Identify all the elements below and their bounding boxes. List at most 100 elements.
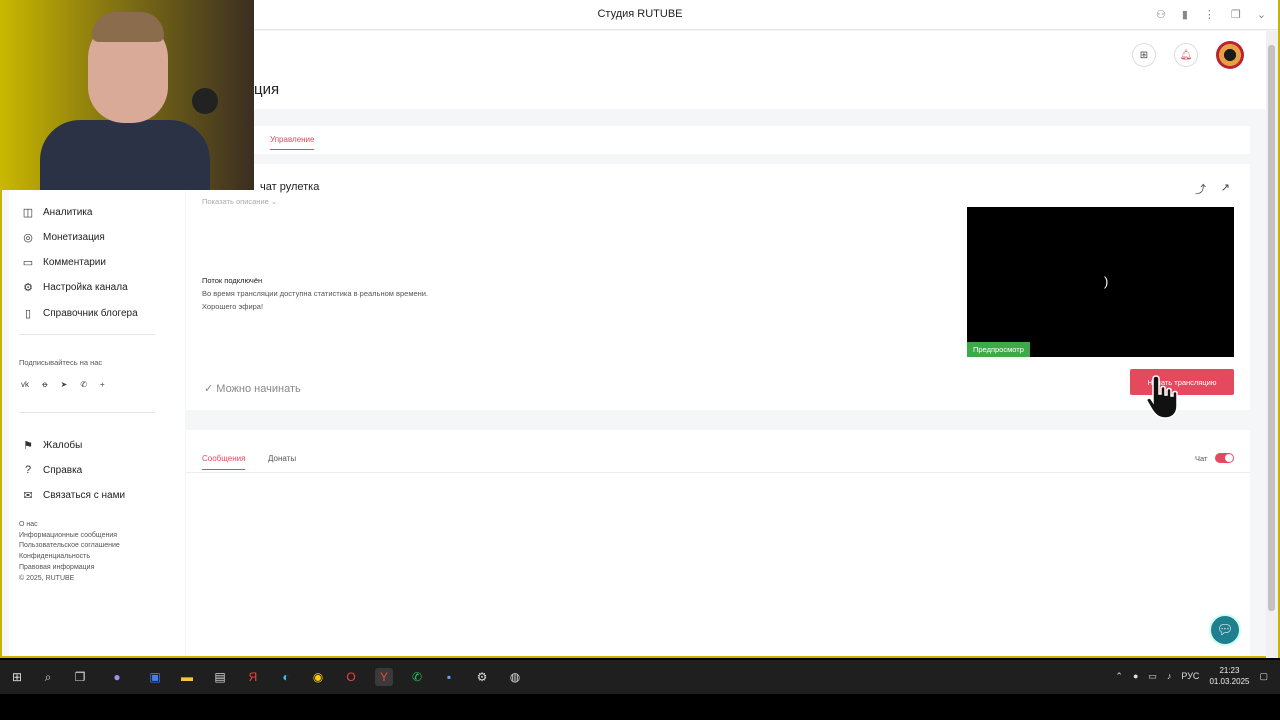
tab-donations[interactable]: Донаты <box>268 454 296 463</box>
search-icon[interactable]: ⌕ <box>39 668 57 686</box>
stream-preview[interactable]: ) Предпросмотр <box>967 207 1234 357</box>
preview-badge: Предпросмотр <box>967 342 1030 357</box>
chat-toggle-label: Чат <box>1195 454 1208 463</box>
stream-status-title: Поток подключён <box>202 276 263 285</box>
external-link-icon[interactable]: ↗ <box>1221 181 1230 194</box>
browser-toolbar-icons: ⚇ ▮ ⋮ ❐ ⌄ <box>1156 8 1266 21</box>
clock-time: 21:23 <box>1219 666 1240 675</box>
footer-link[interactable]: Пользовательское соглашение <box>19 541 120 552</box>
chrome-browser-icon[interactable]: ◉ <box>309 668 327 686</box>
stream-card: чат рулетка Показать описание ⌄ ⤴ ↗ Пото… <box>186 164 1250 410</box>
share-icon[interactable]: ⤴ <box>1195 181 1206 197</box>
chat-panel: Сообщения Донаты Чат <box>186 430 1250 656</box>
settings-gear-icon[interactable]: ⚙ <box>473 668 491 686</box>
microphone-icon[interactable]: ● <box>1133 671 1138 681</box>
bookmark-icon[interactable]: ▮ <box>1182 8 1188 21</box>
scrollbar-thumb[interactable] <box>1268 45 1275 611</box>
windows-start-icon[interactable]: ⊞ <box>8 668 26 686</box>
flag-icon: ⚑ <box>23 440 33 452</box>
whatsapp-icon[interactable]: ✆ <box>408 668 426 686</box>
sidebar-item-label: Справочник блогера <box>43 308 138 319</box>
window-icon[interactable]: ❐ <box>1231 8 1241 21</box>
alice-app-icon[interactable]: ● <box>108 668 126 686</box>
sidebar-item-label: Комментарии <box>43 257 106 268</box>
hand-cursor-icon <box>1146 375 1178 419</box>
opera-browser-icon[interactable]: O <box>342 668 360 686</box>
divider <box>19 412 155 413</box>
chat-bubble-icon: 💬︎ <box>1216 622 1234 637</box>
screen-bottom-edge <box>0 694 1280 720</box>
store-app-icon[interactable]: ▤ <box>211 668 229 686</box>
plus-square-icon: ⊞ <box>1139 49 1149 61</box>
sidebar-item-label: Настройка канала <box>43 282 128 293</box>
ready-label: Можно начинать <box>216 383 301 395</box>
page-scrollbar[interactable] <box>1266 31 1278 658</box>
clock[interactable]: 21:23 01.03.2025 <box>1209 665 1249 687</box>
sidebar-item-complaints[interactable]: ⚑ Жалобы <box>21 439 82 452</box>
webcam-person-body <box>40 120 210 190</box>
outlook-app-icon[interactable]: ▣ <box>146 668 164 686</box>
volume-icon[interactable]: ♪ <box>1167 671 1172 681</box>
chevron-up-icon[interactable]: ⌃ <box>1115 671 1123 682</box>
webcam-overlay <box>0 0 254 190</box>
stream-title: чат рулетка <box>260 181 320 193</box>
add-content-button[interactable]: ⊞ <box>1132 43 1156 67</box>
stream-status-text: Во время трансляции доступна статистика … <box>202 289 429 298</box>
extension-icon[interactable]: ⚇ <box>1156 8 1166 21</box>
footer-link[interactable]: Конфиденциальность <box>19 552 120 563</box>
sidebar-item-analytics[interactable]: ◫ Аналитика <box>21 206 93 219</box>
sidebar-item-label: Монетизация <box>43 232 105 243</box>
file-explorer-icon[interactable]: ▬ <box>178 668 196 686</box>
sidebar-item-comments[interactable]: ▭ Комментарии <box>21 256 106 269</box>
loading-spinner-icon: ) <box>1104 274 1109 289</box>
webcam-background-object <box>192 88 218 114</box>
task-view-icon[interactable]: ❐ <box>71 668 89 686</box>
notifications-button[interactable]: 🔔︎ <box>1174 43 1198 67</box>
viber-icon[interactable]: ✆ <box>80 380 87 389</box>
yandex-browser-icon[interactable]: Y <box>375 668 393 686</box>
check-icon: ✓ <box>204 383 214 395</box>
webcam-person-hair <box>92 12 164 42</box>
more-icon[interactable]: ⋮ <box>1204 8 1215 21</box>
telegram-icon[interactable]: ➤ <box>61 380 68 389</box>
app-window-icon[interactable]: ▪ <box>440 668 458 686</box>
sidebar-item-label: Справка <box>43 464 83 476</box>
sidebar-item-channel-settings[interactable]: ⚙ Настройка канала <box>21 281 128 294</box>
ok-icon[interactable]: ꝋ <box>42 380 48 389</box>
chevron-down-icon[interactable]: ⌄ <box>1257 8 1266 21</box>
sidebar-item-monetization[interactable]: ◎ Монетизация <box>21 231 105 244</box>
monetization-icon: ◎ <box>23 232 33 244</box>
tab-manage[interactable]: Управление <box>270 135 315 150</box>
taskbar: ⊞ ⌕ ❐ ● ▣ ▬ ▤ Я ◐ ◉ O Y ✆ ▪ ⚙ ◍ ⌃ ● ▭ ♪ … <box>0 660 1280 694</box>
footer-link[interactable]: Информационные сообщения <box>19 531 120 542</box>
social-links: vk ꝋ ➤ ✆ + <box>21 380 105 389</box>
system-tray: ⌃ ● ▭ ♪ РУС 21:23 01.03.2025 ▢ <box>1115 665 1268 687</box>
stream-tabs: Управление <box>186 126 1250 154</box>
sidebar-item-label: Связаться с нами <box>43 490 126 501</box>
desktop: Студия RUTUBE ⚇ ▮ ⋮ ❐ ⌄ ⊞ 🔔︎ ция Управле… <box>0 0 1280 720</box>
help-icon: ? <box>24 464 32 476</box>
bell-icon: 🔔︎ <box>1179 49 1193 61</box>
footer-link[interactable]: Правовая информация <box>19 563 120 574</box>
notifications-icon[interactable]: ▢ <box>1259 671 1268 682</box>
avatar[interactable] <box>1216 41 1244 69</box>
language-indicator[interactable]: РУС <box>1181 671 1199 681</box>
footer-link[interactable]: О нас <box>19 520 120 531</box>
show-description-toggle[interactable]: Показать описание ⌄ <box>202 197 277 206</box>
book-icon: ▯ <box>24 308 32 320</box>
sidebar-item-contact[interactable]: ✉ Связаться с нами <box>21 489 125 502</box>
plus-icon[interactable]: + <box>100 380 105 389</box>
support-chat-button[interactable]: 💬︎ <box>1209 614 1241 646</box>
vk-icon[interactable]: vk <box>21 380 29 389</box>
recording-app-icon[interactable]: ◍ <box>506 668 524 686</box>
clock-date: 01.03.2025 <box>1209 677 1250 686</box>
tab-messages[interactable]: Сообщения <box>202 454 246 470</box>
yandex-app-icon[interactable]: Я <box>244 668 262 686</box>
sidebar-item-blogger-guide[interactable]: ▯ Справочник блогера <box>21 307 138 320</box>
sidebar-item-help[interactable]: ? Справка <box>21 464 82 476</box>
network-icon[interactable]: ▭ <box>1148 671 1157 682</box>
edge-browser-icon[interactable]: ◐ <box>277 668 295 686</box>
copyright: © 2025, RUTUBE <box>19 574 75 582</box>
sidebar-item-label: Жалобы <box>43 440 83 451</box>
chat-toggle[interactable] <box>1215 453 1234 463</box>
